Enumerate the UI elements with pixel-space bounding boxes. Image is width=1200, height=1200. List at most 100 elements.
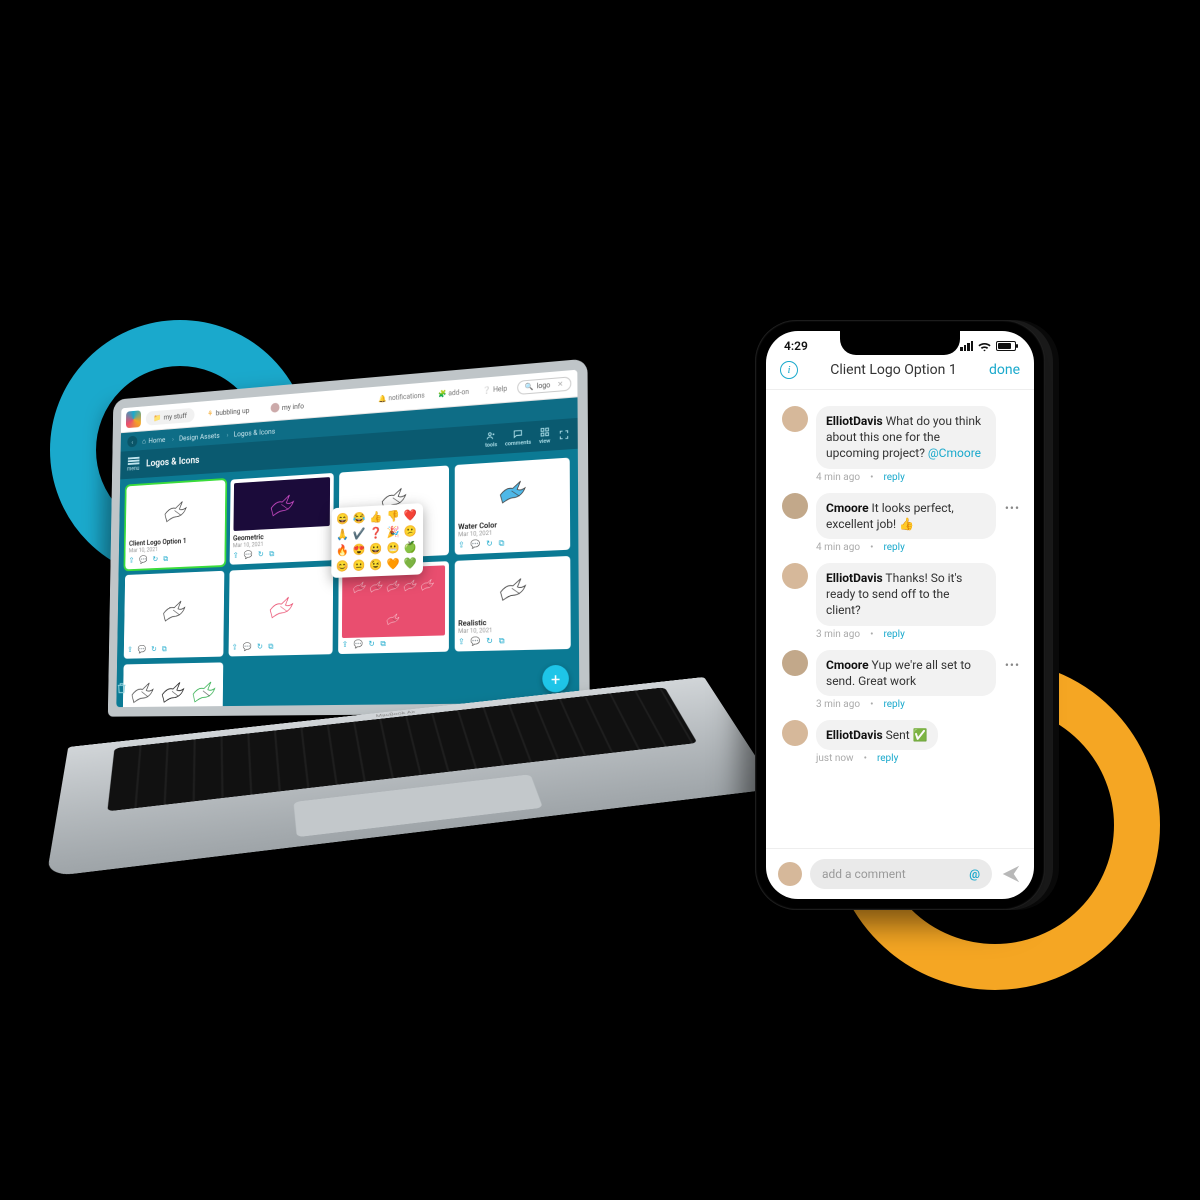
send-button[interactable] — [1000, 863, 1022, 885]
add-button[interactable]: + — [542, 665, 569, 693]
asset-card[interactable]: Client Logo Option 1Mar 10, 2021 ⇪ 💬 ↻ ⧉ — [125, 480, 225, 569]
asset-card[interactable]: GeometricMar 10, 2021 ⇪ 💬 ↻ ⧉ — [229, 473, 334, 565]
menu-button[interactable]: menu — [127, 457, 140, 473]
meta-separator: • — [870, 629, 873, 640]
tab-bubbling-up[interactable]: ⚘ bubbling up — [200, 402, 258, 421]
comment-input[interactable]: add a comment @ — [810, 859, 992, 889]
emoji-option[interactable]: 😄 — [336, 512, 350, 526]
reply-button[interactable]: reply — [883, 472, 904, 483]
emoji-option[interactable]: 😕 — [404, 524, 418, 538]
copy-icon[interactable]: ⧉ — [268, 642, 273, 652]
comments-button[interactable]: comments — [505, 427, 531, 447]
card-comment-icon[interactable]: 💬 — [243, 642, 252, 652]
message-bubble: Cmoore It looks perfect, excellent job! … — [816, 493, 996, 539]
copy-icon[interactable]: ⧉ — [162, 644, 167, 654]
copy-icon[interactable]: ⧉ — [163, 554, 168, 564]
copy-icon[interactable]: ⧉ — [380, 639, 385, 649]
info-button[interactable]: i — [780, 361, 798, 379]
card-comment-icon[interactable]: 💬 — [139, 555, 147, 565]
addon-button[interactable]: 🧩 add-on — [434, 386, 473, 401]
share-icon[interactable]: ⇪ — [233, 551, 239, 561]
more-button[interactable]: ••• — [1005, 658, 1020, 672]
emoji-option[interactable]: 😂 — [353, 511, 367, 525]
share-icon[interactable]: ⇪ — [458, 637, 465, 647]
view-button[interactable]: view — [539, 426, 550, 445]
asset-card[interactable]: RealisticMar 10, 2021 ⇪ 💬 ↻ ⧉ — [454, 556, 571, 652]
emoji-option[interactable]: 😊 — [336, 559, 350, 572]
emoji-option[interactable]: 😍 — [353, 543, 367, 557]
emoji-option[interactable]: 😀 — [370, 542, 384, 556]
asset-card[interactable]: ⇪ 💬 ↻ ⧉ — [228, 566, 333, 656]
refresh-icon[interactable]: ↻ — [486, 539, 493, 550]
refresh-icon[interactable]: ↻ — [257, 642, 263, 652]
comment-icon — [513, 428, 524, 440]
card-comment-icon[interactable]: 💬 — [244, 550, 253, 560]
tab-label: my stuff — [164, 411, 187, 421]
emoji-option[interactable]: 💚 — [404, 556, 418, 570]
refresh-icon[interactable]: ↻ — [369, 639, 375, 649]
emoji-option[interactable]: 🙏 — [336, 528, 350, 542]
share-icon[interactable]: ⇪ — [458, 540, 465, 550]
emoji-option[interactable]: 😉 — [370, 558, 384, 572]
emoji-option[interactable]: 😐 — [353, 558, 367, 571]
card-comment-icon[interactable]: 💬 — [138, 645, 147, 655]
chat-message: Cmoore It looks perfect, excellent job! … — [770, 487, 1030, 557]
notifications-button[interactable]: 🔔 notifications — [375, 389, 429, 405]
search-input[interactable]: 🔍 logo ✕ — [517, 376, 571, 395]
share-icon[interactable]: ⇪ — [342, 640, 348, 650]
mention[interactable]: @Cmoore — [928, 446, 981, 460]
close-icon[interactable]: ✕ — [557, 380, 563, 389]
copy-icon[interactable]: ⧉ — [499, 636, 505, 646]
card-comment-icon[interactable]: 💬 — [471, 637, 481, 648]
asset-card[interactable]: ⇪ 💬 ↻ ⧉ — [124, 571, 224, 659]
breadcrumb-item[interactable]: Logos & Icons — [234, 426, 283, 438]
puzzle-icon: 🧩 — [438, 390, 446, 399]
share-icon[interactable]: ⇪ — [127, 645, 133, 655]
refresh-icon[interactable]: ↻ — [152, 555, 158, 565]
message-author: Cmoore — [826, 501, 869, 515]
asset-card[interactable]: Turn to Color ⇪ 💬 ↻ ⧉ — [122, 662, 222, 707]
tab-my-stuff[interactable]: 📁 my stuff — [146, 407, 195, 425]
refresh-icon[interactable]: ↻ — [486, 636, 493, 646]
emoji-option[interactable]: 👎 — [387, 509, 401, 523]
emoji-option[interactable]: 🎉 — [387, 525, 401, 539]
tools-button[interactable]: tools — [485, 430, 497, 449]
emoji-option[interactable]: ✔️ — [353, 527, 367, 541]
help-button[interactable]: ❔ Help — [479, 382, 511, 397]
refresh-icon[interactable]: ↻ — [151, 645, 157, 655]
reply-button[interactable]: reply — [877, 753, 898, 764]
tab-label: bubbling up — [216, 406, 250, 417]
asset-card[interactable]: Water ColorMar 10, 2021 ⇪ 💬 ↻ ⧉ — [454, 458, 570, 555]
copy-icon[interactable]: ⧉ — [269, 549, 274, 559]
more-button[interactable]: ••• — [1005, 501, 1020, 515]
emoji-option[interactable]: ❓ — [370, 526, 384, 540]
tab-my-info[interactable]: my info — [262, 397, 312, 416]
refresh-icon[interactable]: ↻ — [258, 550, 264, 560]
chat-thread[interactable]: ElliotDavis What do you think about this… — [766, 390, 1034, 848]
share-icon[interactable]: ⇪ — [232, 643, 238, 653]
trash-button[interactable] — [116, 679, 130, 698]
expand-button[interactable] — [558, 428, 569, 440]
done-button[interactable]: done — [989, 362, 1020, 378]
emoji-option[interactable]: 🔥 — [336, 543, 350, 556]
emoji-option[interactable]: 🧡 — [387, 557, 401, 571]
reply-button[interactable]: reply — [883, 699, 904, 710]
reply-button[interactable]: reply — [883, 629, 904, 640]
mention-button[interactable]: @ — [969, 867, 980, 881]
emoji-picker[interactable]: 😄😂👍👎❤️ 🙏✔️❓🎉😕 🔥😍😀😬🍏 😊😐😉🧡💚 — [331, 503, 423, 578]
back-button[interactable]: ‹ — [127, 436, 137, 448]
reply-button[interactable]: reply — [883, 542, 904, 553]
card-comment-icon[interactable]: 💬 — [471, 539, 481, 550]
emoji-option[interactable]: 👍 — [370, 510, 384, 524]
home-icon: ⌂ — [142, 436, 146, 445]
emoji-option[interactable]: 🍏 — [404, 540, 418, 554]
copy-icon[interactable]: ⧉ — [499, 538, 505, 548]
emoji-option[interactable]: 😬 — [387, 541, 401, 555]
emoji-option[interactable]: ❤️ — [404, 508, 418, 522]
card-comment-icon[interactable]: 💬 — [354, 640, 363, 650]
share-icon[interactable]: ⇪ — [129, 556, 135, 566]
breadcrumb-item[interactable]: Design Assets — [179, 430, 229, 442]
meta-separator: • — [870, 699, 873, 710]
breadcrumb-home[interactable]: ⌂ Home — [142, 434, 174, 445]
message-author: ElliotDavis — [826, 728, 883, 742]
